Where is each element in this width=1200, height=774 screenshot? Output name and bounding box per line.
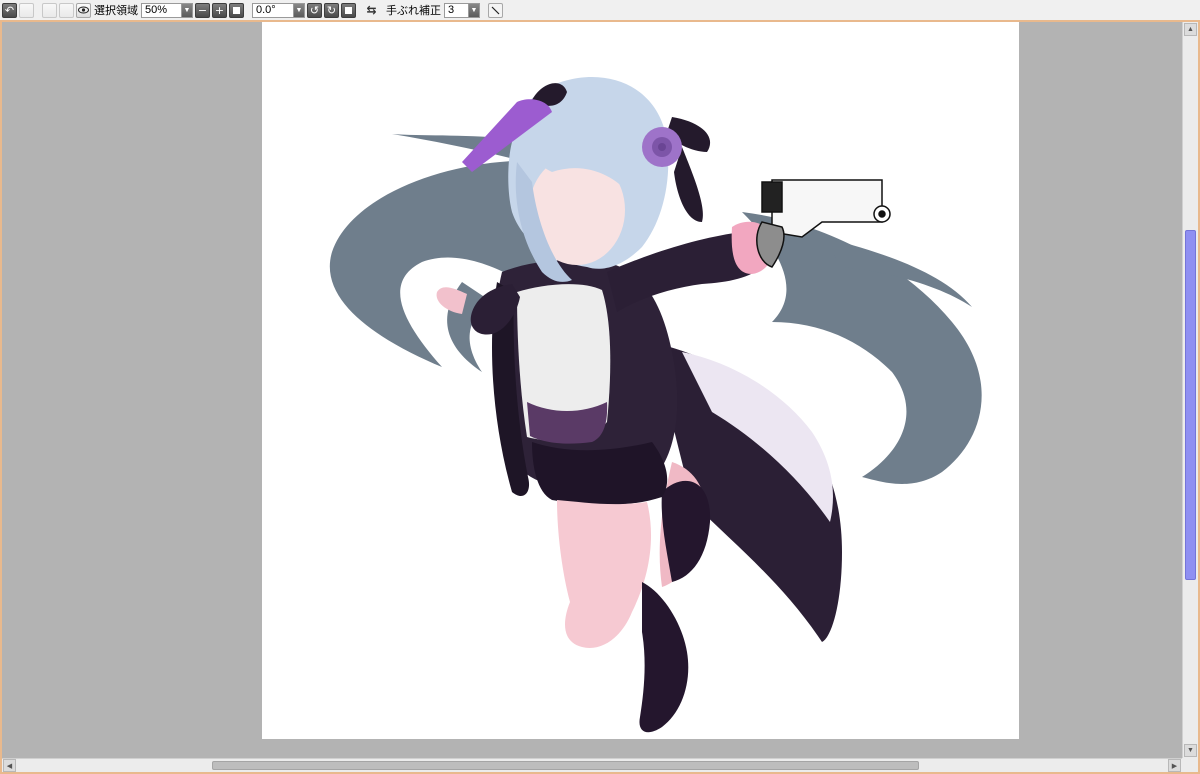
plus-icon: +: [214, 3, 225, 17]
scroll-right-button[interactable]: ▶: [1168, 759, 1181, 772]
redo-button[interactable]: [19, 2, 34, 18]
horizontal-scrollbar[interactable]: ◀ ▶: [2, 758, 1182, 772]
canvas-viewport[interactable]: [2, 22, 1182, 758]
minus-icon: −: [197, 3, 208, 17]
chevron-down-icon: ▼: [181, 3, 192, 17]
shorts: [532, 442, 668, 505]
vertical-scroll-thumb[interactable]: [1185, 230, 1196, 580]
chevron-right-icon: ▶: [1171, 762, 1178, 770]
canvas-workspace: ▲ ▼ ◀ ▶: [0, 20, 1200, 774]
chevron-down-icon: ▼: [1187, 747, 1194, 754]
scroll-left-button[interactable]: ◀: [3, 759, 16, 772]
stabilizer-select[interactable]: 3 ▼: [444, 2, 480, 18]
vertical-scrollbar[interactable]: ▲ ▼: [1182, 22, 1198, 758]
undo-icon: ↶: [4, 3, 15, 17]
rotate-left-icon: ↺: [309, 3, 320, 17]
blank-button-1[interactable]: [42, 2, 57, 18]
rotate-left-button[interactable]: ↺: [307, 2, 322, 18]
chevron-left-icon: ◀: [6, 762, 13, 770]
artwork-illustration: [329, 77, 982, 733]
eye-icon: [78, 6, 89, 14]
scroll-down-button[interactable]: ▼: [1184, 744, 1197, 757]
rotation-value: 0.0°: [256, 4, 276, 16]
pen-icon: [491, 6, 500, 14]
rotate-right-button[interactable]: ↻: [324, 2, 339, 18]
zoom-value: 50%: [145, 4, 168, 16]
horizontal-scroll-thumb[interactable]: [212, 761, 919, 770]
selection-label: 選択領域: [94, 4, 138, 17]
scrollbar-corner: [1182, 758, 1198, 772]
visibility-toggle-button[interactable]: [76, 2, 91, 18]
square-icon: [345, 6, 352, 14]
zoom-select[interactable]: 50% ▼: [141, 2, 193, 18]
chevron-down-icon: ▼: [468, 3, 479, 17]
zoom-in-button[interactable]: +: [212, 2, 227, 18]
flip-horizontal-button[interactable]: ⇆: [364, 3, 379, 18]
stabilizer-label: 手ぶれ補正: [386, 4, 441, 17]
toolbar: ↶ 選択領域 50% ▼ − + 0.0° ▼ ↺ ↻ ⇆ 手ぶれ補正 3 ▼: [0, 0, 1200, 20]
blank-button-2[interactable]: [59, 2, 74, 18]
undo-button[interactable]: ↶: [2, 2, 17, 18]
rotation-select[interactable]: 0.0° ▼: [252, 2, 305, 18]
stabilizer-value: 3: [448, 4, 455, 16]
flip-horizontal-icon: ⇆: [366, 3, 377, 17]
chevron-up-icon: ▲: [1187, 26, 1194, 33]
pen-tool-button[interactable]: [488, 2, 503, 18]
drawing-canvas[interactable]: [262, 22, 1019, 739]
zoom-out-button[interactable]: −: [195, 2, 210, 18]
zoom-fit-button[interactable]: [229, 2, 244, 18]
scroll-up-button[interactable]: ▲: [1184, 23, 1197, 36]
rotate-reset-button[interactable]: [341, 2, 356, 18]
chevron-down-icon: ▼: [293, 3, 304, 17]
square-icon: [233, 6, 240, 14]
rotate-right-icon: ↻: [326, 3, 337, 17]
